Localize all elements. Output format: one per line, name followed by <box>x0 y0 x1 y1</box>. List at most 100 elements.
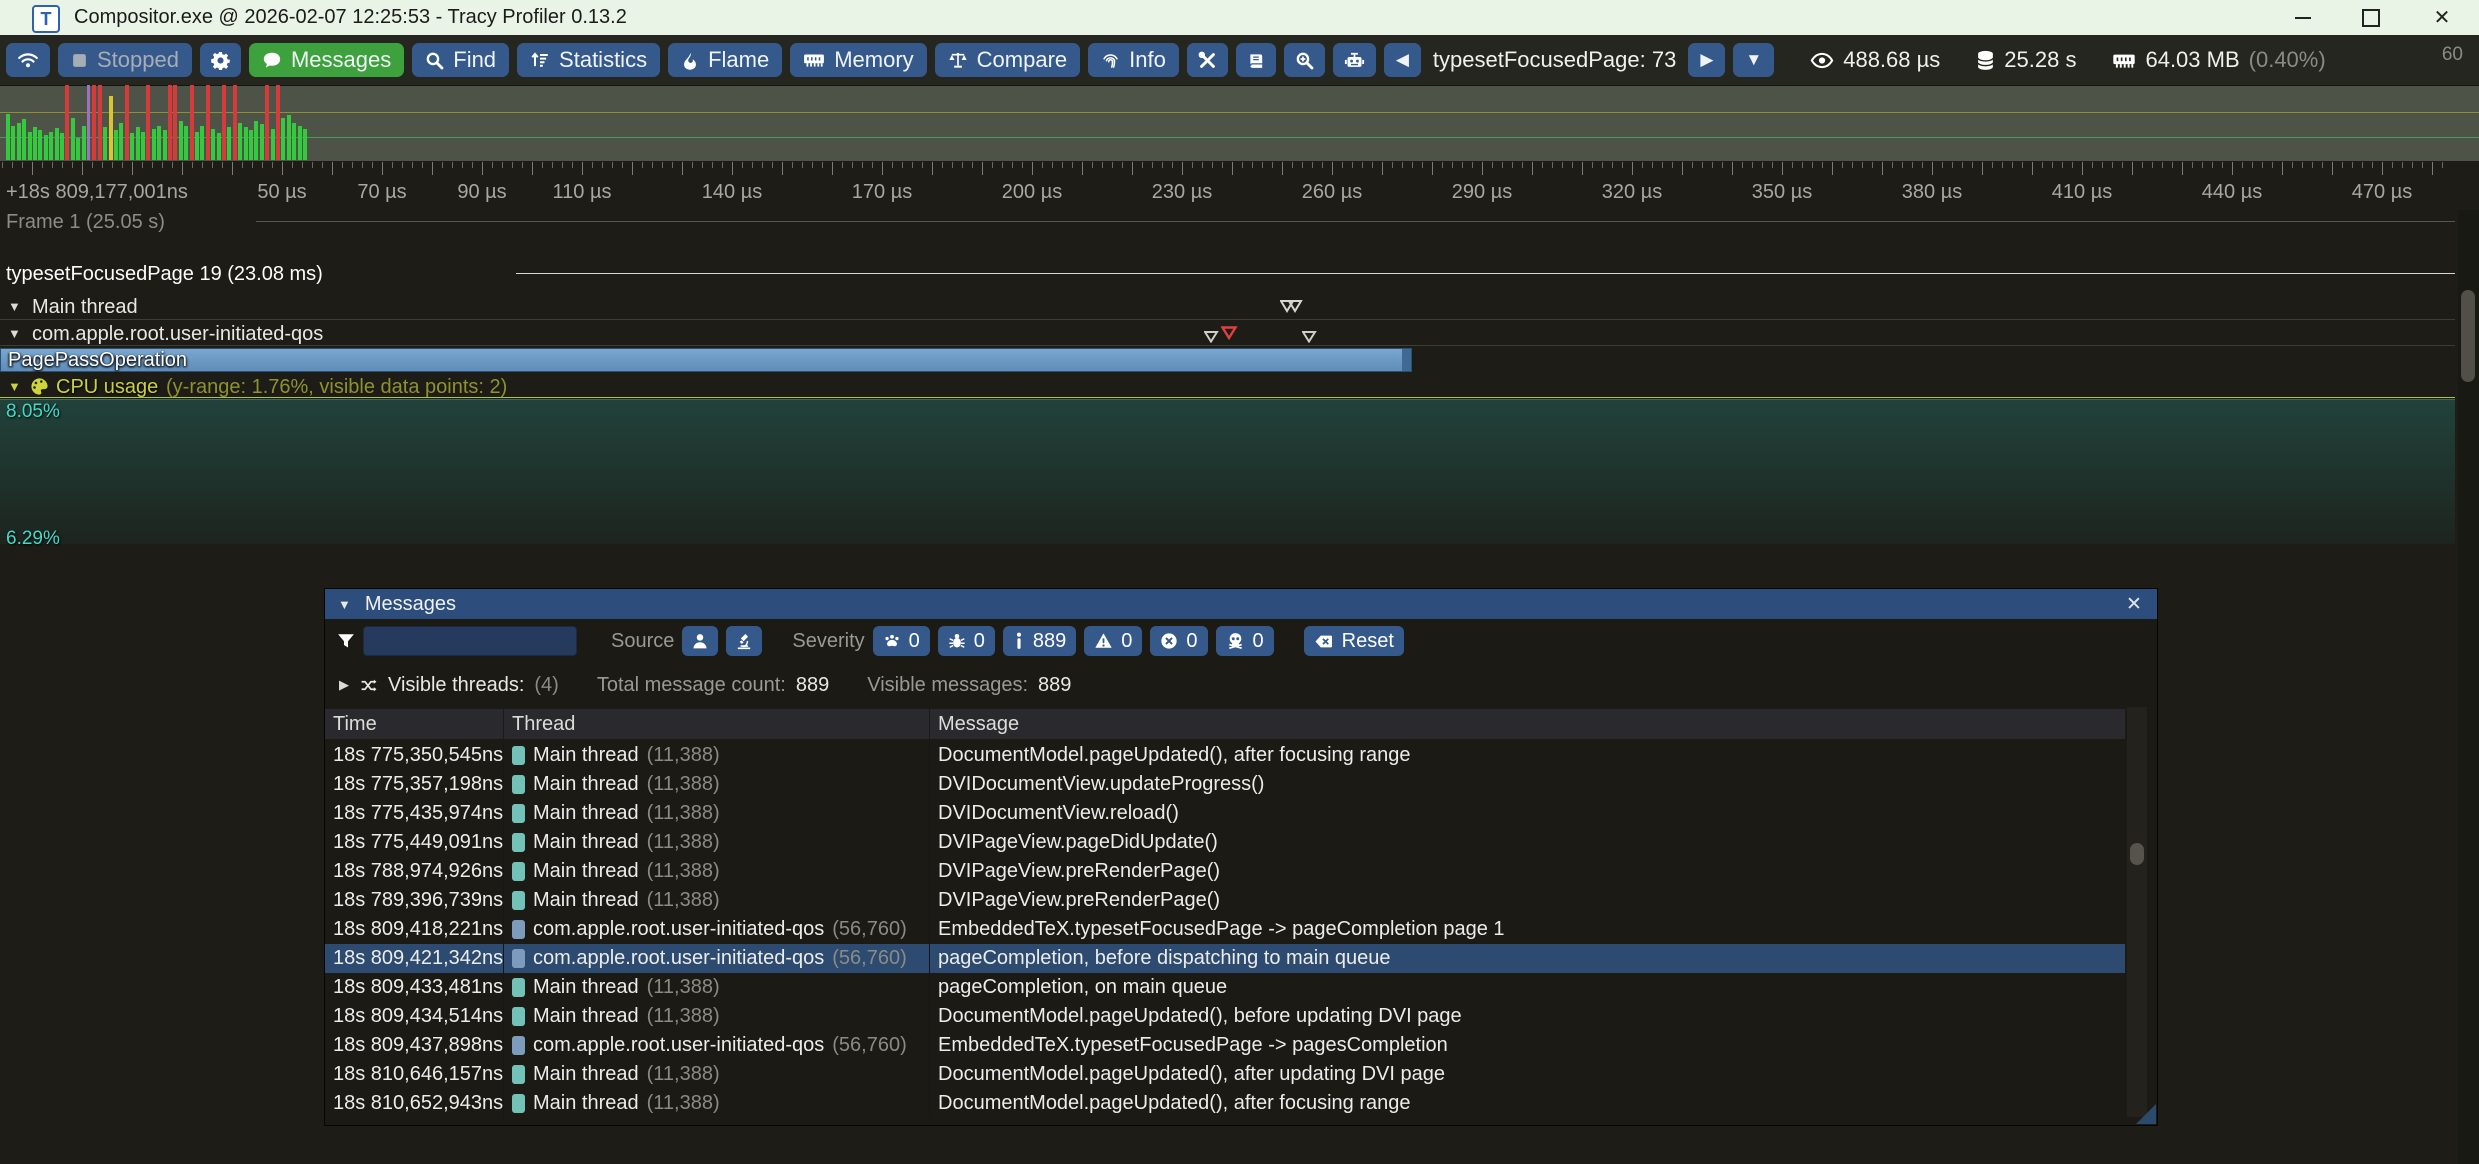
frame-bar[interactable] <box>98 85 102 160</box>
frame-nav-label[interactable]: typesetFocusedPage: 73 <box>1433 47 1676 73</box>
frame-bar[interactable] <box>136 127 140 160</box>
message-marker-icon[interactable] <box>1204 331 1219 343</box>
frame-bar[interactable] <box>200 126 204 161</box>
messages-filter-input[interactable] <box>363 626 577 656</box>
column-header-message[interactable]: Message <box>929 709 2125 739</box>
frame-bar[interactable] <box>6 114 10 161</box>
column-header-thread[interactable]: Thread <box>503 709 929 739</box>
frame-bar[interactable] <box>38 130 42 160</box>
message-row[interactable]: 18s 809,421,342nscom.apple.root.user-ini… <box>325 944 2125 973</box>
memory-button[interactable]: Memory <box>790 43 926 77</box>
message-row[interactable]: 18s 775,449,091nsMain thread(11,388)DVIP… <box>325 828 2125 857</box>
frame-bar[interactable] <box>82 126 86 161</box>
message-row[interactable]: 18s 809,434,514nsMain thread(11,388)Docu… <box>325 1002 2125 1031</box>
cpu-usage-plot[interactable] <box>0 399 2455 544</box>
frame-bar[interactable] <box>33 127 37 160</box>
messages-scrollbar[interactable] <box>2127 707 2147 1117</box>
frame-bar[interactable] <box>276 85 280 160</box>
frame-bar[interactable] <box>217 133 221 160</box>
frame-bar[interactable] <box>233 85 237 160</box>
collapse-triangle-icon[interactable]: ▼ <box>8 379 21 394</box>
frame-bar[interactable] <box>125 85 129 160</box>
message-row[interactable]: 18s 809,433,481nsMain thread(11,388)page… <box>325 973 2125 1002</box>
message-row[interactable]: 18s 810,652,943nsMain thread(11,388)Docu… <box>325 1089 2125 1118</box>
frame-bar[interactable] <box>271 129 275 161</box>
messages-button[interactable]: Messages <box>249 43 404 77</box>
statistics-button[interactable]: Statistics <box>517 43 660 77</box>
frame-bar[interactable] <box>287 115 291 160</box>
frame-bar[interactable] <box>103 127 107 160</box>
message-row[interactable]: 18s 775,357,198nsMain thread(11,388)DVID… <box>325 770 2125 799</box>
frame-bar[interactable] <box>260 124 264 160</box>
collapse-triangle-icon[interactable]: ▼ <box>8 326 21 341</box>
connection-button[interactable] <box>6 43 50 77</box>
frame-bar[interactable] <box>190 85 194 160</box>
column-header-time[interactable]: Time <box>325 709 503 739</box>
visible-threads-label[interactable]: Visible threads: <box>388 674 524 697</box>
frame-bar[interactable] <box>254 121 258 160</box>
frame-bar[interactable] <box>92 85 96 160</box>
frame-bar[interactable] <box>157 126 161 161</box>
message-row[interactable]: 18s 810,646,157nsMain thread(11,388)Docu… <box>325 1060 2125 1089</box>
message-row[interactable]: 18s 775,435,974nsMain thread(11,388)DVID… <box>325 799 2125 828</box>
source-user-button[interactable] <box>682 626 718 656</box>
frame-bar[interactable] <box>141 132 145 161</box>
frame-bar[interactable] <box>206 85 210 160</box>
frame-bar[interactable] <box>195 132 199 161</box>
frame-bar[interactable] <box>87 85 90 160</box>
frame-bar[interactable] <box>179 121 183 160</box>
frame-bar[interactable] <box>60 133 64 160</box>
expand-triangle-icon[interactable]: ▶ <box>339 677 349 693</box>
frame-bar[interactable] <box>146 85 150 160</box>
flame-button[interactable]: Flame <box>668 43 782 77</box>
message-row[interactable]: 18s 809,437,898nscom.apple.root.user-ini… <box>325 1031 2125 1060</box>
severity-critical-button[interactable]: 0 <box>1216 626 1274 656</box>
frame-bar[interactable] <box>109 96 113 160</box>
zone-span-label[interactable]: typesetFocusedPage 19 (23.08 ms) <box>6 263 323 286</box>
frame-bar[interactable] <box>211 129 215 161</box>
frame-bar[interactable] <box>76 138 80 161</box>
reset-filters-button[interactable]: Reset <box>1304 626 1404 656</box>
frame-bar[interactable] <box>11 126 15 161</box>
frame-bar[interactable] <box>49 132 53 161</box>
frame-filter-button[interactable]: ▼ <box>1733 43 1774 77</box>
frame-bar[interactable] <box>114 130 118 160</box>
frame-bar[interactable] <box>303 129 307 161</box>
frame-bar[interactable] <box>71 118 75 160</box>
source-microscope-button[interactable] <box>726 626 762 656</box>
frame-bar[interactable] <box>22 119 26 160</box>
collapse-triangle-icon[interactable]: ▼ <box>338 597 351 612</box>
frame-bar[interactable] <box>17 123 21 161</box>
message-marker-double-icon[interactable] <box>1280 300 1304 314</box>
compare-button[interactable]: Compare <box>935 43 1080 77</box>
main-scrollbar-thumb[interactable] <box>2461 290 2475 382</box>
frame-graph[interactable] <box>0 86 2479 161</box>
minimize-button[interactable] <box>2280 0 2326 35</box>
frame-bar[interactable] <box>244 127 248 160</box>
message-row[interactable]: 18s 775,350,545nsMain thread(11,388)Docu… <box>325 741 2125 770</box>
frame-bar[interactable] <box>281 118 285 160</box>
message-marker-red-icon[interactable] <box>1221 326 1238 340</box>
frame-bar[interactable] <box>65 85 69 160</box>
severity-debug-button[interactable]: 0 <box>873 626 930 656</box>
frame-bar[interactable] <box>44 135 48 161</box>
manual-button[interactable] <box>1236 43 1276 77</box>
frame-bar[interactable] <box>249 130 253 160</box>
main-scrollbar[interactable] <box>2458 210 2479 1164</box>
message-row[interactable]: 18s 788,974,926nsMain thread(11,388)DVIP… <box>325 857 2125 886</box>
maximize-button[interactable] <box>2348 0 2394 35</box>
message-row[interactable]: 18s 809,418,221nscom.apple.root.user-ini… <box>325 915 2125 944</box>
close-button[interactable]: ✕ <box>2419 0 2465 35</box>
robot-button[interactable] <box>1333 43 1376 77</box>
options-button[interactable] <box>200 43 241 77</box>
frame-bar[interactable] <box>298 126 302 161</box>
next-frame-button[interactable]: ▶ <box>1688 43 1725 77</box>
thread-label[interactable]: com.apple.root.user-initiated-qos <box>32 323 323 346</box>
message-row[interactable]: 18s 789,396,739nsMain thread(11,388)DVIP… <box>325 886 2125 915</box>
frame-bar[interactable] <box>222 85 226 160</box>
frame-bar[interactable] <box>163 130 167 160</box>
severity-error-button[interactable]: 0 <box>1150 626 1207 656</box>
messages-window-titlebar[interactable]: ▼ Messages ✕ <box>325 589 2157 619</box>
zoom-in-button[interactable] <box>1284 43 1325 77</box>
severity-bug-button[interactable]: 0 <box>938 626 995 656</box>
